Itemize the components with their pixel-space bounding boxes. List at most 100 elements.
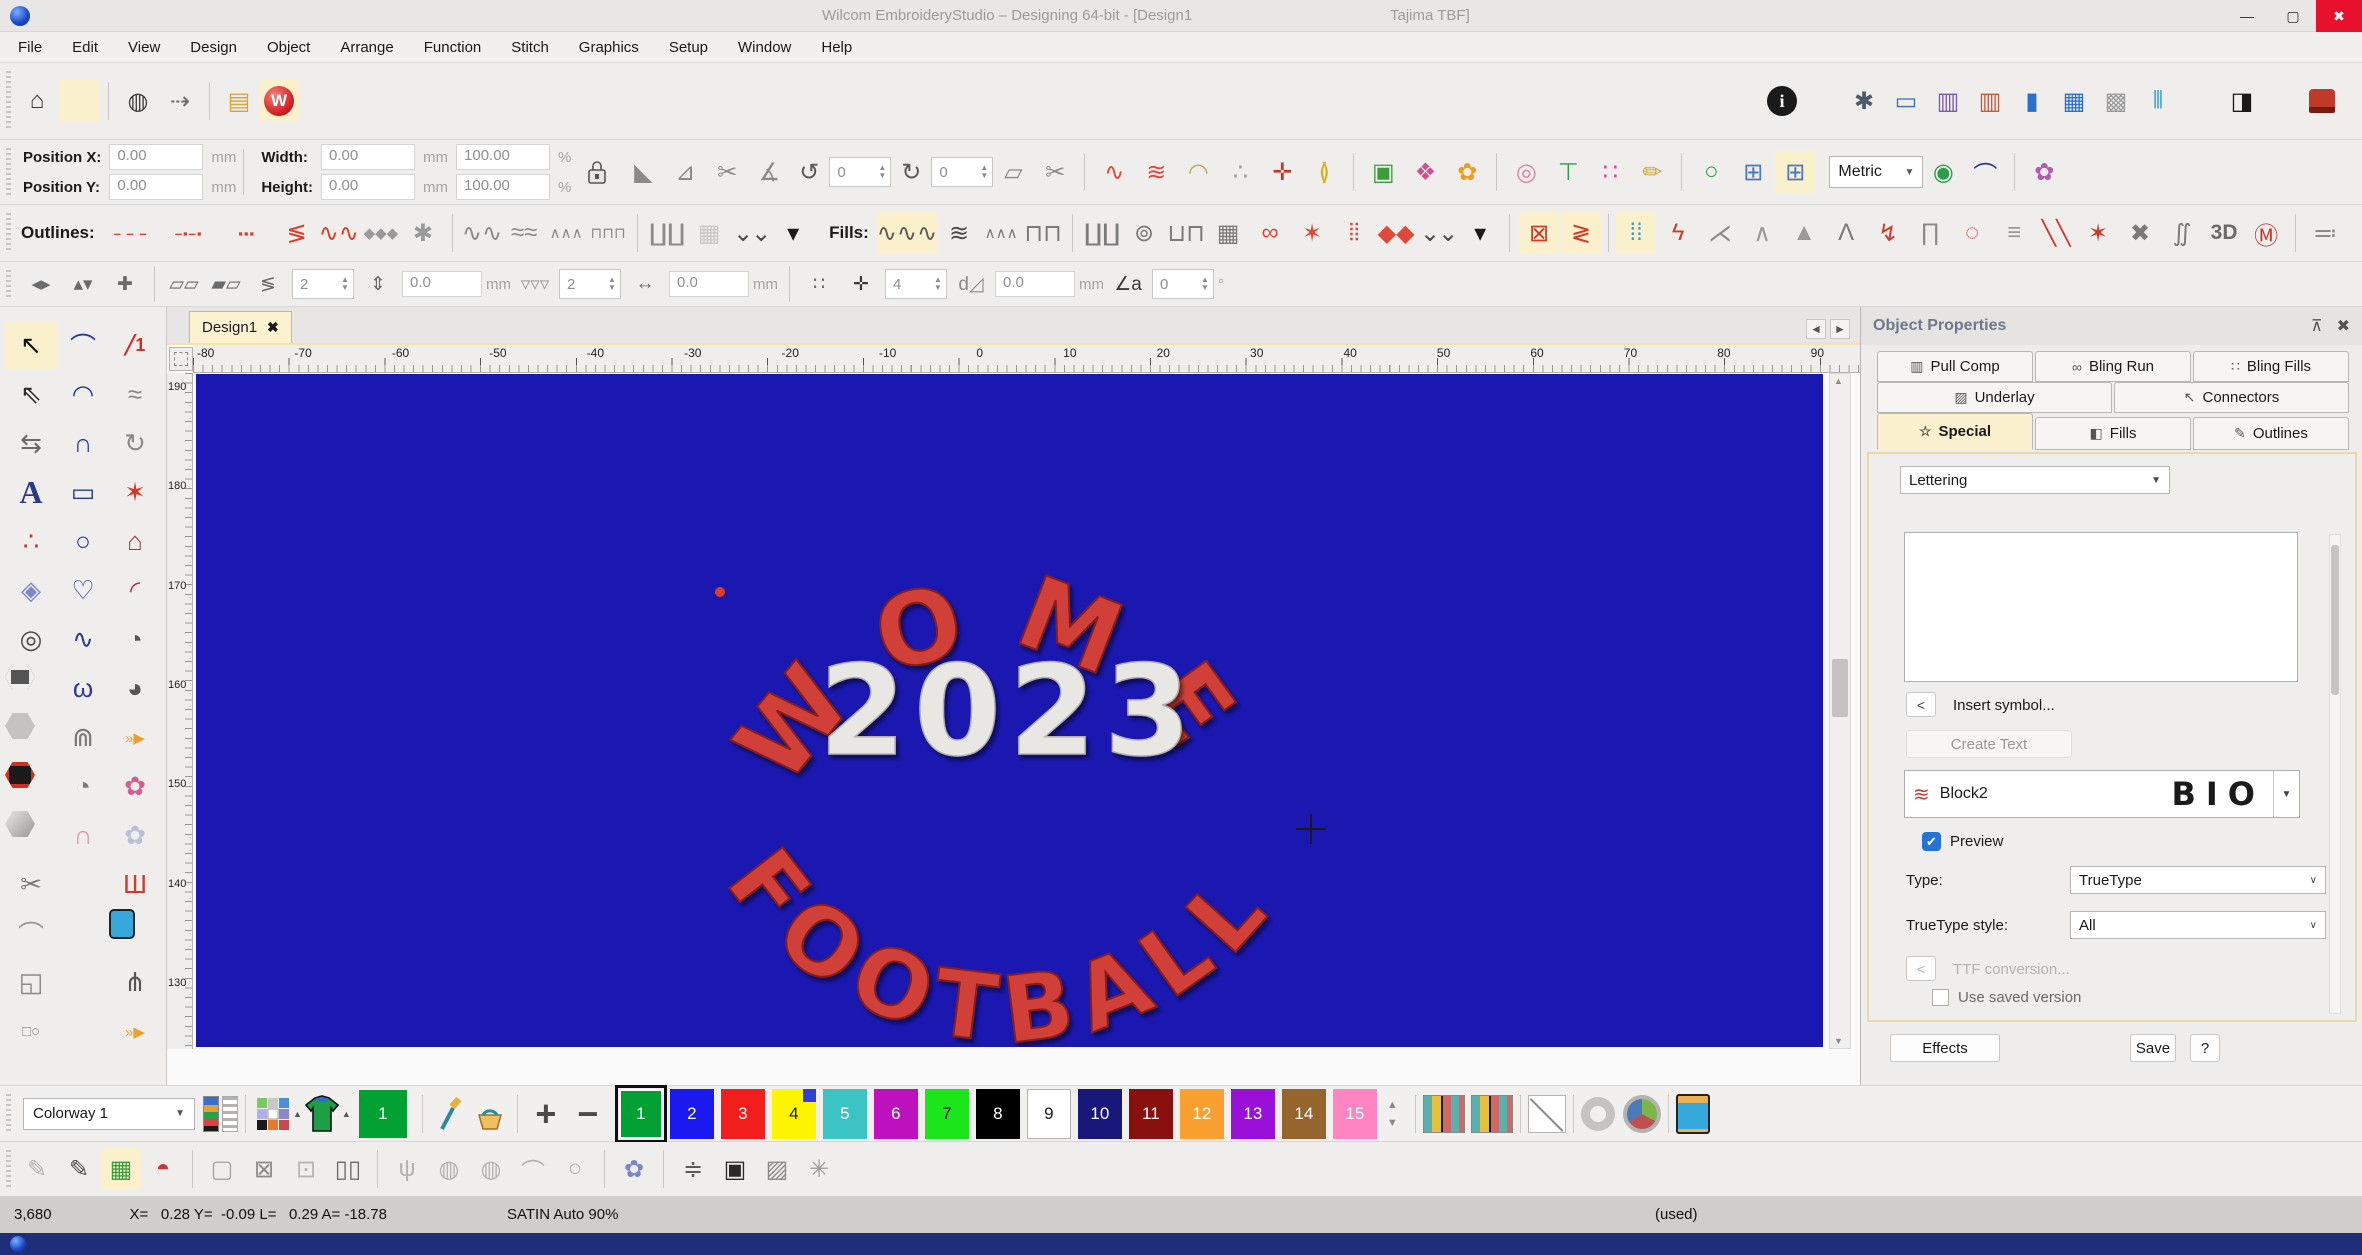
scroll-down-icon[interactable]: ▼ xyxy=(1834,1036,1843,1046)
save-button[interactable]: Save xyxy=(2130,1034,2176,1062)
flower-outline-tool[interactable]: ✿ xyxy=(109,811,161,860)
chevron-down-icon[interactable]: ▼ xyxy=(2273,771,2299,817)
pencil-sketch-icon[interactable]: ✏ xyxy=(1632,151,1672,193)
scroll-up-icon[interactable]: ▲ xyxy=(1834,376,1843,386)
bridge-tool[interactable]: ⋒ xyxy=(57,713,109,762)
column-wave-icon[interactable]: ∐∐ xyxy=(647,212,687,254)
circle-cut-tool[interactable]: ◔ xyxy=(57,762,109,811)
insert-symbol-back-button[interactable]: < xyxy=(1906,692,1936,717)
flower-fill-tool[interactable]: ✿ xyxy=(109,762,161,811)
stagger-icon[interactable]: ▿▿▿ xyxy=(515,266,555,302)
square-run-icon[interactable]: ▪▪▪ xyxy=(219,212,275,254)
tab-special[interactable]: ☆ Special xyxy=(1877,413,2033,450)
open-shape-tool[interactable]: ∩ xyxy=(57,419,109,468)
select-tool[interactable]: ↖ xyxy=(5,321,57,370)
apple-a-icon[interactable]: ◍ xyxy=(429,1148,469,1190)
sliders-icon[interactable]: ≑ xyxy=(673,1148,713,1190)
motif-stitch-icon[interactable]: ∴ xyxy=(1220,151,1260,193)
taskbar-app-icon[interactable] xyxy=(10,1236,26,1252)
circle-split-b-tool[interactable]: ◕ xyxy=(109,664,161,713)
pencil-dim-icon[interactable]: ✎ xyxy=(17,1148,57,1190)
hoop-monogram-icon[interactable]: Ⓜ xyxy=(2246,212,2286,254)
distance-icon[interactable]: d◿ xyxy=(951,266,991,302)
rainbow-curve-tool[interactable]: ◜ xyxy=(109,566,161,615)
swatch-9[interactable]: 9 xyxy=(1027,1089,1071,1139)
row-spacing-field[interactable]: 0.0 xyxy=(402,271,482,297)
flexi-split-icon[interactable]: ≷ xyxy=(1561,212,1601,254)
palette-grid-icon[interactable] xyxy=(253,1093,293,1135)
image-icon[interactable]: ▣ xyxy=(1363,151,1403,193)
design-canvas[interactable]: WOMEN’S 2023 FOOTBALL xyxy=(194,373,1827,1049)
lines-effect-icon[interactable]: ≡ xyxy=(1994,212,2034,254)
colorway-select[interactable]: Colorway 1 ▼ xyxy=(23,1098,195,1130)
panel-close-icon[interactable]: ✖ xyxy=(2337,316,2350,336)
object-type-select[interactable]: Lettering ▼ xyxy=(1900,466,2170,494)
rotate-ccw-icon[interactable]: ↺ xyxy=(789,151,829,193)
help-button[interactable]: ? xyxy=(2190,1034,2220,1062)
team-names-tool[interactable]: ∴ xyxy=(5,517,57,566)
skew-icon[interactable]: ⊿ xyxy=(665,151,705,193)
coreldraw-graphics-icon[interactable]: ◍ xyxy=(118,80,158,122)
array-b-icon[interactable]: ▰▱ xyxy=(206,266,246,302)
skew-angle-stepper[interactable]: 0▲▼ xyxy=(931,157,993,187)
swatch-5[interactable]: 5 xyxy=(823,1089,867,1139)
satin-fill-icon[interactable]: ≋ xyxy=(939,212,979,254)
hexagon-faint-tool[interactable] xyxy=(5,713,35,739)
angle-icon[interactable]: ∡ xyxy=(749,151,789,193)
remove-color-button[interactable]: − xyxy=(567,1093,609,1135)
preview-checkbox[interactable]: ✔ xyxy=(1922,832,1941,851)
flower-motif-icon[interactable]: ✿ xyxy=(1447,151,1487,193)
distance-field[interactable]: 0.0 xyxy=(995,271,1075,297)
feather-a-icon[interactable]: ∧ xyxy=(1742,212,1782,254)
more-chevrons-icon[interactable]: ⌄⌄ xyxy=(1418,212,1458,254)
image-frame-icon[interactable]: ▨ xyxy=(757,1148,797,1190)
single-run-tool[interactable]: ╱1 xyxy=(109,321,161,370)
no-color-icon[interactable] xyxy=(1528,1095,1566,1133)
double-curve-tool[interactable]: ≈ xyxy=(109,370,161,419)
menu-item[interactable]: Function xyxy=(424,39,482,56)
width-percent-field[interactable]: 100.00 xyxy=(456,144,550,170)
flower-pot-icon[interactable]: ✿ xyxy=(2024,151,2064,193)
ring-target-tool[interactable]: ◎ xyxy=(5,615,57,664)
rotate-angle-stepper[interactable]: 0▲▼ xyxy=(829,157,891,187)
donut-icon[interactable]: ◎ xyxy=(1506,151,1546,193)
spiral-fill-icon[interactable]: ⊚ xyxy=(1124,212,1164,254)
wheel-effect-icon[interactable]: ✶ xyxy=(2078,212,2118,254)
color-columns-icon[interactable]: ▥ xyxy=(1970,80,2010,122)
stem-stitch-icon[interactable]: ∿∿ xyxy=(462,212,502,254)
zigzag-width-tool[interactable]: Ш xyxy=(109,860,161,909)
square-wave-fill-icon[interactable]: ⊔⊓ xyxy=(1166,212,1206,254)
menu-item[interactable]: Object xyxy=(267,39,310,56)
color-list-icon[interactable] xyxy=(203,1096,219,1132)
square-loop-icon[interactable]: ∏ xyxy=(1910,212,1950,254)
tab-underlay[interactable]: ▨ Underlay xyxy=(1877,382,2112,413)
rays-effect-icon[interactable]: ╲╲ xyxy=(2036,212,2076,254)
convert-graphics-icon[interactable]: ⇢ xyxy=(160,80,200,122)
columns-count-stepper[interactable]: 2▲▼ xyxy=(559,269,621,299)
height-percent-field[interactable]: 100.00 xyxy=(456,174,550,200)
close-button[interactable]: ✖ xyxy=(2316,0,2362,32)
eyedropper-icon[interactable] xyxy=(430,1093,470,1135)
panel-scrollbar[interactable] xyxy=(2329,534,2341,1014)
menu-item[interactable]: Stitch xyxy=(511,39,549,56)
color-wheel-icon[interactable] xyxy=(1623,1095,1661,1133)
freehand-closed-tool[interactable]: ω xyxy=(57,664,109,713)
swatch-11[interactable]: 11 xyxy=(1129,1089,1173,1139)
tab-scroll-right-button[interactable]: ► xyxy=(1830,319,1850,339)
hoop-off-icon[interactable]: ⊠ xyxy=(244,1148,284,1190)
reshape-tool[interactable]: ⇖ xyxy=(5,370,57,419)
tab-bling-fills[interactable]: ∷ Bling Fills xyxy=(2193,351,2349,382)
diamond-fill-icon[interactable]: ◆◆ xyxy=(1376,212,1416,254)
open-designs-folder-icon[interactable]: ▤ xyxy=(219,80,259,122)
width-field[interactable]: 0.00 xyxy=(321,144,415,170)
info-icon[interactable]: i xyxy=(1762,80,1802,122)
textured-edge-icon[interactable]: ⁞⁞ xyxy=(1616,212,1656,254)
apple-outline-icon[interactable]: ○ xyxy=(555,1148,595,1190)
hexagon-red-tool[interactable] xyxy=(5,762,35,788)
lettering-text-input[interactable] xyxy=(1904,532,2298,682)
menu-item[interactable]: View xyxy=(128,39,160,56)
wilcom-w-icon[interactable]: W xyxy=(259,80,299,122)
contrast-icon[interactable]: ◨ xyxy=(2222,80,2262,122)
team-chart-icon[interactable]: ⫴ xyxy=(2138,80,2178,122)
paint-bucket-icon[interactable] xyxy=(470,1093,510,1135)
